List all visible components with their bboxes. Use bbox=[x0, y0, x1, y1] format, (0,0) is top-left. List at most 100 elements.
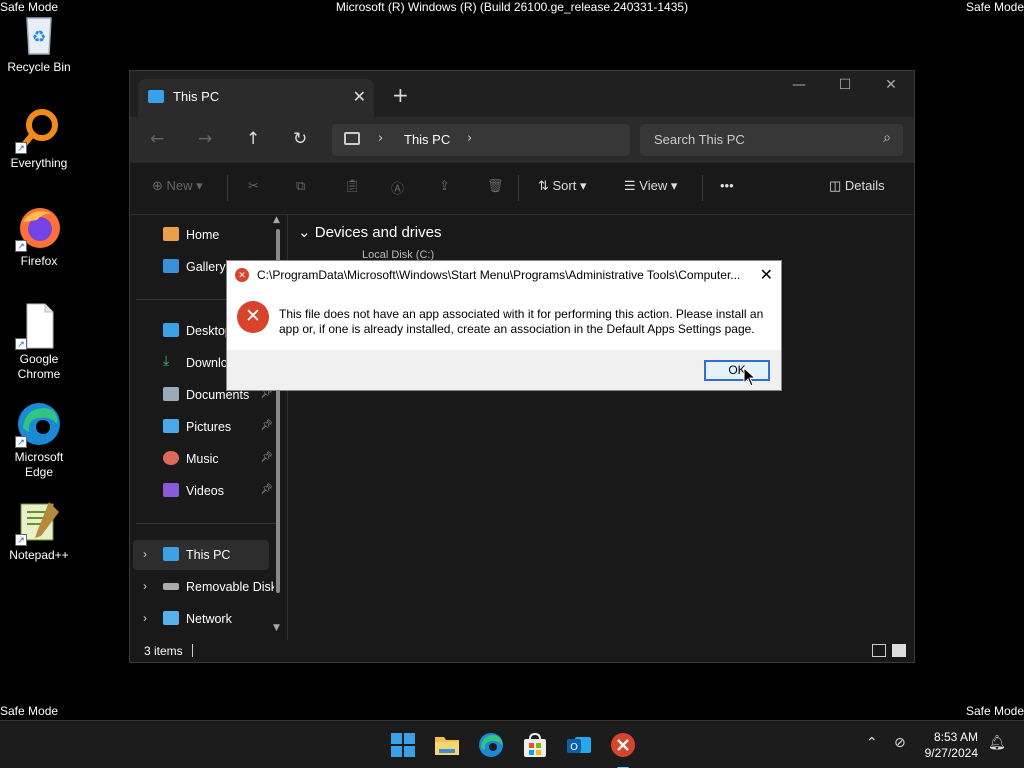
error-app-icon[interactable] bbox=[609, 731, 637, 768]
item-count: 3 items bbox=[144, 644, 183, 658]
rename-icon[interactable]: Ⓐ bbox=[391, 178, 404, 197]
divider bbox=[518, 175, 519, 201]
desktop-icon-recycle-bin[interactable]: ♻ Recycle Bin bbox=[1, 10, 77, 75]
pin-icon[interactable]: 📌︎ bbox=[260, 484, 273, 495]
pin-icon[interactable]: 📌︎ bbox=[260, 420, 273, 431]
new-tab-button[interactable]: + bbox=[392, 83, 409, 107]
close-window-button[interactable]: ✕ bbox=[868, 77, 914, 93]
title-bar: This PC ✕ + — ☐ ✕ bbox=[130, 71, 914, 117]
more-options-icon[interactable]: ••• bbox=[720, 178, 734, 193]
devices-and-drives-group[interactable]: ⌄ Devices and drives bbox=[298, 223, 441, 241]
error-dialog: ✕ C:\ProgramData\Microsoft\Windows\Start… bbox=[226, 260, 782, 391]
network-icon bbox=[163, 611, 179, 625]
edge-icon[interactable] bbox=[477, 731, 505, 759]
tab-this-pc[interactable]: This PC ✕ bbox=[138, 79, 374, 117]
tab-label: This PC bbox=[173, 89, 220, 104]
copy-icon[interactable]: ⧉ bbox=[296, 178, 305, 194]
notification-bell-icon[interactable]: 🔔︎ bbox=[988, 735, 1006, 751]
chevron-right-icon[interactable]: › bbox=[378, 131, 383, 146]
sidebar-item-home[interactable]: Home bbox=[133, 220, 269, 250]
sidebar-item-videos[interactable]: Videos 📌︎ bbox=[133, 476, 273, 506]
sidebar-item-this-pc[interactable]: › This PC bbox=[133, 540, 269, 570]
dialog-title: C:\ProgramData\Microsoft\Windows\Start M… bbox=[257, 268, 741, 282]
desktop-icon-label: Notepad++ bbox=[9, 548, 69, 562]
new-button[interactable]: ⊕ New ▾ bbox=[152, 178, 203, 194]
pin-icon[interactable]: 📌︎ bbox=[260, 452, 273, 463]
tiles-view-icon[interactable] bbox=[892, 644, 906, 657]
download-arrow-icon: ⤓ bbox=[163, 352, 170, 368]
shortcut-arrow-icon: ↗ bbox=[15, 338, 27, 350]
error-icon: ✕ bbox=[237, 301, 269, 333]
sidebar-item-removable-disk[interactable]: › Removable Disk bbox=[133, 572, 274, 602]
divider bbox=[136, 523, 276, 524]
sort-button[interactable]: ⇅ Sort ▾ bbox=[538, 178, 587, 194]
search-box[interactable]: Search This PC ⌕ bbox=[640, 124, 903, 156]
address-bar[interactable]: › This PC › bbox=[332, 124, 630, 156]
status-bar: 3 items bbox=[130, 640, 914, 664]
search-icon: ⌕ bbox=[883, 130, 891, 146]
chevron-right-icon[interactable]: › bbox=[143, 547, 147, 561]
delete-icon[interactable]: 🗑︎ bbox=[487, 178, 504, 194]
desktop-folder-icon bbox=[163, 323, 179, 337]
desktop-icon-google-chrome[interactable]: ↗ Google Chrome bbox=[1, 302, 77, 382]
group-title: Devices and drives bbox=[314, 224, 442, 241]
this-pc-icon bbox=[148, 90, 164, 103]
notepad-plus-plus-icon: ↗ bbox=[15, 498, 63, 546]
navigation-bar: ← → ↑ ↻ › This PC › Search This PC ⌕ bbox=[130, 117, 914, 163]
command-bar: ⊕ New ▾ ✂ ⧉ 📋︎ Ⓐ ⇪ 🗑︎ ⇅ Sort ▾ ☰ View ▾ … bbox=[130, 163, 914, 215]
desktop-icon-firefox[interactable]: ↗ Firefox bbox=[1, 204, 77, 269]
refresh-icon[interactable]: ↻ bbox=[293, 129, 307, 149]
shortcut-arrow-icon: ↗ bbox=[15, 142, 27, 154]
chevron-right-icon[interactable]: › bbox=[467, 131, 472, 146]
error-icon: ✕ bbox=[235, 268, 249, 282]
outlook-icon[interactable]: O bbox=[565, 731, 593, 759]
details-button[interactable]: ◫ Details bbox=[829, 178, 885, 194]
close-dialog-icon[interactable]: ✕ bbox=[760, 265, 773, 285]
desktop-icon-label: Microsoft Edge bbox=[14, 450, 64, 479]
desktop-icon-label: Google Chrome bbox=[17, 352, 61, 381]
forward-arrow-icon[interactable]: → bbox=[198, 129, 212, 149]
cut-icon[interactable]: ✂ bbox=[248, 178, 259, 194]
dialog-title-bar: ✕ C:\ProgramData\Microsoft\Windows\Start… bbox=[227, 261, 781, 289]
desktop-icon-notepad-plus-plus[interactable]: ↗ Notepad++ bbox=[1, 498, 77, 563]
chevron-right-icon[interactable]: › bbox=[143, 579, 147, 593]
sidebar-item-network[interactable]: › Network bbox=[133, 604, 269, 634]
sidebar-item-pictures[interactable]: Pictures 📌︎ bbox=[133, 412, 273, 442]
network-disconnected-icon[interactable]: ⊘ bbox=[894, 735, 906, 751]
desktop-icon-everything[interactable]: ↗ Everything bbox=[1, 106, 77, 171]
sidebar-item-label: This PC bbox=[186, 548, 231, 562]
paste-icon[interactable]: 📋︎ bbox=[344, 178, 361, 194]
documents-icon bbox=[163, 387, 179, 401]
safe-mode-label-bottom-right: Safe Mode bbox=[965, 704, 1024, 718]
dialog-message: This file does not have an app associate… bbox=[279, 307, 764, 336]
ok-button[interactable]: OK bbox=[704, 360, 770, 381]
search-placeholder: Search This PC bbox=[654, 132, 745, 147]
divider bbox=[227, 175, 228, 201]
chevron-up-icon[interactable]: ⌃ bbox=[866, 735, 878, 751]
shortcut-arrow-icon: ↗ bbox=[15, 436, 27, 448]
desktop-icon-microsoft-edge[interactable]: ↗ Microsoft Edge bbox=[1, 400, 77, 480]
close-tab-icon[interactable]: ✕ bbox=[353, 87, 366, 106]
up-arrow-icon[interactable]: ↑ bbox=[246, 129, 260, 149]
minimize-button[interactable]: — bbox=[776, 77, 822, 93]
view-label: View bbox=[639, 178, 668, 193]
shortcut-arrow-icon: ↗ bbox=[15, 240, 27, 252]
chevron-right-icon[interactable]: › bbox=[143, 611, 147, 625]
file-explorer-icon[interactable] bbox=[433, 731, 461, 759]
back-arrow-icon[interactable]: ← bbox=[150, 129, 164, 149]
divider bbox=[192, 644, 193, 657]
details-label: Details bbox=[844, 178, 885, 193]
sidebar-item-label: Network bbox=[186, 612, 232, 626]
start-icon[interactable] bbox=[389, 731, 417, 759]
sidebar-item-music[interactable]: Music 📌︎ bbox=[133, 444, 273, 474]
music-icon bbox=[163, 451, 179, 465]
clock[interactable]: 8:53 AM 9/27/2024 bbox=[925, 729, 978, 761]
scroll-up-icon[interactable]: ▲ bbox=[273, 215, 280, 225]
store-icon[interactable] bbox=[521, 731, 549, 759]
details-view-icon[interactable] bbox=[872, 644, 886, 657]
maximize-button[interactable]: ☐ bbox=[822, 77, 868, 93]
share-icon[interactable]: ⇪ bbox=[439, 178, 450, 194]
scroll-down-icon[interactable]: ▼ bbox=[273, 623, 280, 633]
monitor-icon bbox=[344, 132, 360, 145]
view-button[interactable]: ☰ View ▾ bbox=[624, 178, 677, 194]
